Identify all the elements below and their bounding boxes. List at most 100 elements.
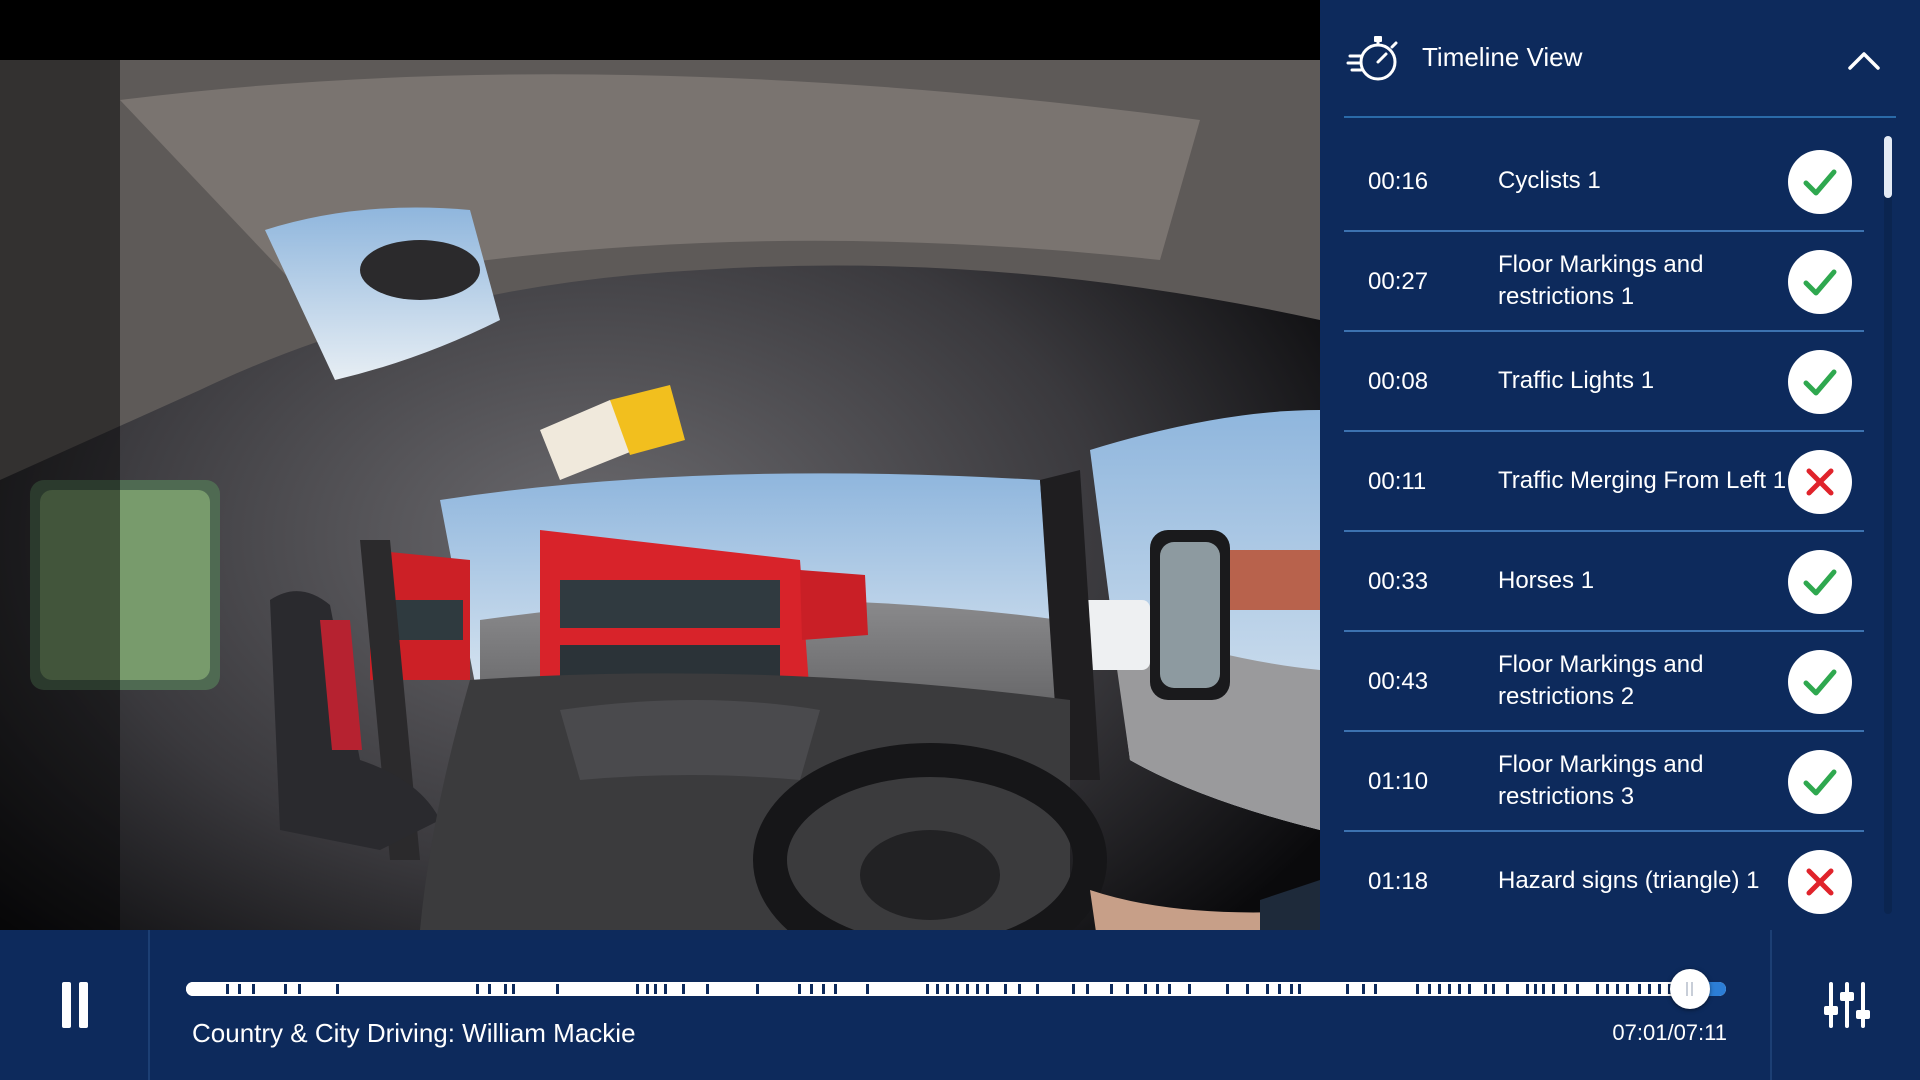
- seek-marker: [1526, 984, 1529, 994]
- seek-marker: [476, 984, 479, 994]
- seek-marker: [1278, 984, 1281, 994]
- seek-marker: [822, 984, 825, 994]
- check-icon: [1788, 150, 1852, 214]
- seek-marker: [1018, 984, 1021, 994]
- seek-marker: [1648, 984, 1651, 994]
- timeline-header: Timeline View: [1320, 0, 1920, 118]
- timeline-item-label: Horses 1: [1498, 567, 1595, 594]
- timeline-item[interactable]: 00:16 Cyclists 1: [1344, 132, 1864, 232]
- timeline-item[interactable]: 00:43 Floor Markings and restrictions 2: [1344, 632, 1864, 732]
- seek-marker: [1374, 984, 1377, 994]
- seek-marker: [706, 984, 709, 994]
- seek-marker: [946, 984, 949, 994]
- timeline-item[interactable]: 00:33 Horses 1: [1344, 532, 1864, 632]
- timeline-item-time: 00:43: [1368, 668, 1429, 695]
- seek-marker: [1298, 984, 1301, 994]
- timeline-item-time: 01:18: [1368, 868, 1429, 895]
- seek-marker: [1658, 984, 1661, 994]
- seek-marker: [798, 984, 801, 994]
- seek-marker: [1004, 984, 1007, 994]
- seek-marker: [556, 984, 559, 994]
- video-viewport[interactable]: [0, 0, 1320, 930]
- scrollbar-thumb[interactable]: [1884, 136, 1892, 198]
- timeline-item[interactable]: 01:10 Floor Markings and restrictions 3: [1344, 732, 1864, 832]
- sliders-icon: [1824, 982, 1870, 1028]
- check-icon: [1788, 750, 1852, 814]
- seek-marker: [1506, 984, 1509, 994]
- check-icon: [1788, 650, 1852, 714]
- timeline-item-label: Cyclists 1: [1498, 167, 1601, 194]
- pause-icon: [60, 982, 90, 1028]
- timeline-item-time: 00:27: [1368, 268, 1429, 295]
- seek-marker: [512, 984, 515, 994]
- cross-icon: [1788, 450, 1852, 514]
- timeline-item[interactable]: 01:18 Hazard signs (triangle) 1: [1344, 832, 1864, 930]
- seek-marker: [834, 984, 837, 994]
- seek-marker: [1638, 984, 1641, 994]
- timeline-item[interactable]: 00:11 Traffic Merging From Left 1: [1344, 432, 1864, 532]
- timeline-item-time: 00:11: [1368, 468, 1427, 495]
- seek-marker: [636, 984, 639, 994]
- seek-marker: [284, 984, 287, 994]
- seek-marker: [226, 984, 229, 994]
- seek-marker: [682, 984, 685, 994]
- seek-marker: [252, 984, 255, 994]
- timeline-item-label: Traffic Lights 1: [1498, 367, 1655, 394]
- settings-button[interactable]: [1770, 930, 1920, 1080]
- seek-marker: [810, 984, 813, 994]
- seek-marker: [1626, 984, 1629, 994]
- timeline-panel: Timeline View 00:16 Cyclists 1 00:27 Floor …: [1320, 0, 1920, 930]
- timeline-item[interactable]: 00:27 Floor Markings and restrictions 1: [1344, 232, 1864, 332]
- seek-marker: [1416, 984, 1419, 994]
- seek-marker: [1468, 984, 1471, 994]
- timeline-item-label: Traffic Merging From Left 1: [1498, 467, 1787, 494]
- seek-handle[interactable]: [1670, 969, 1710, 1009]
- seek-marker: [926, 984, 929, 994]
- seek-marker: [1552, 984, 1555, 994]
- seek-marker: [1346, 984, 1349, 994]
- seek-marker: [1448, 984, 1451, 994]
- seek-marker: [664, 984, 667, 994]
- header-divider: [1344, 116, 1896, 118]
- scrollbar-track[interactable]: [1884, 136, 1892, 914]
- seek-marker: [1144, 984, 1147, 994]
- check-icon: [1788, 250, 1852, 314]
- time-display: 07:01/07:11: [1612, 1020, 1727, 1045]
- seek-marker: [976, 984, 979, 994]
- seek-marker: [504, 984, 507, 994]
- cross-icon: [1788, 850, 1852, 914]
- seek-marker: [1596, 984, 1599, 994]
- seek-marker: [1168, 984, 1171, 994]
- seek-marker: [866, 984, 869, 994]
- seek-marker: [1086, 984, 1089, 994]
- timeline-item-label: Hazard signs (triangle) 1: [1498, 867, 1760, 894]
- seek-marker: [1362, 984, 1365, 994]
- seek-marker: [654, 984, 657, 994]
- seek-marker: [1616, 984, 1619, 994]
- stopwatch-icon: [1346, 36, 1398, 81]
- timeline-item-time: 01:10: [1368, 768, 1429, 795]
- timeline-item[interactable]: 00:08 Traffic Lights 1: [1344, 332, 1864, 432]
- timeline-item-label: Floor Markings and restrictions 2: [1498, 651, 1704, 710]
- seek-marker: [1290, 984, 1293, 994]
- seek-marker: [1156, 984, 1159, 994]
- seek-bar[interactable]: [186, 969, 1726, 1009]
- seek-marker: [1072, 984, 1075, 994]
- timeline-list: 00:16 Cyclists 1 00:27 Floor Markings and r…: [1344, 132, 1864, 930]
- timeline-title: Timeline View: [1422, 42, 1583, 72]
- timeline-item-label: Floor Markings and restrictions 1: [1498, 251, 1704, 310]
- video-frame[interactable]: [0, 60, 1320, 930]
- seek-marker: [1428, 984, 1431, 994]
- seek-marker: [238, 984, 241, 994]
- pause-button[interactable]: [0, 930, 150, 1080]
- seek-marker: [1438, 984, 1441, 994]
- seek-marker: [956, 984, 959, 994]
- seek-marker: [1606, 984, 1609, 994]
- seek-marker: [1534, 984, 1537, 994]
- seek-marker: [336, 984, 339, 994]
- seek-marker: [1110, 984, 1113, 994]
- seek-marker: [1126, 984, 1129, 994]
- timeline-item-time: 00:33: [1368, 568, 1429, 595]
- check-icon: [1788, 550, 1852, 614]
- chevron-up-icon[interactable]: [1842, 42, 1886, 78]
